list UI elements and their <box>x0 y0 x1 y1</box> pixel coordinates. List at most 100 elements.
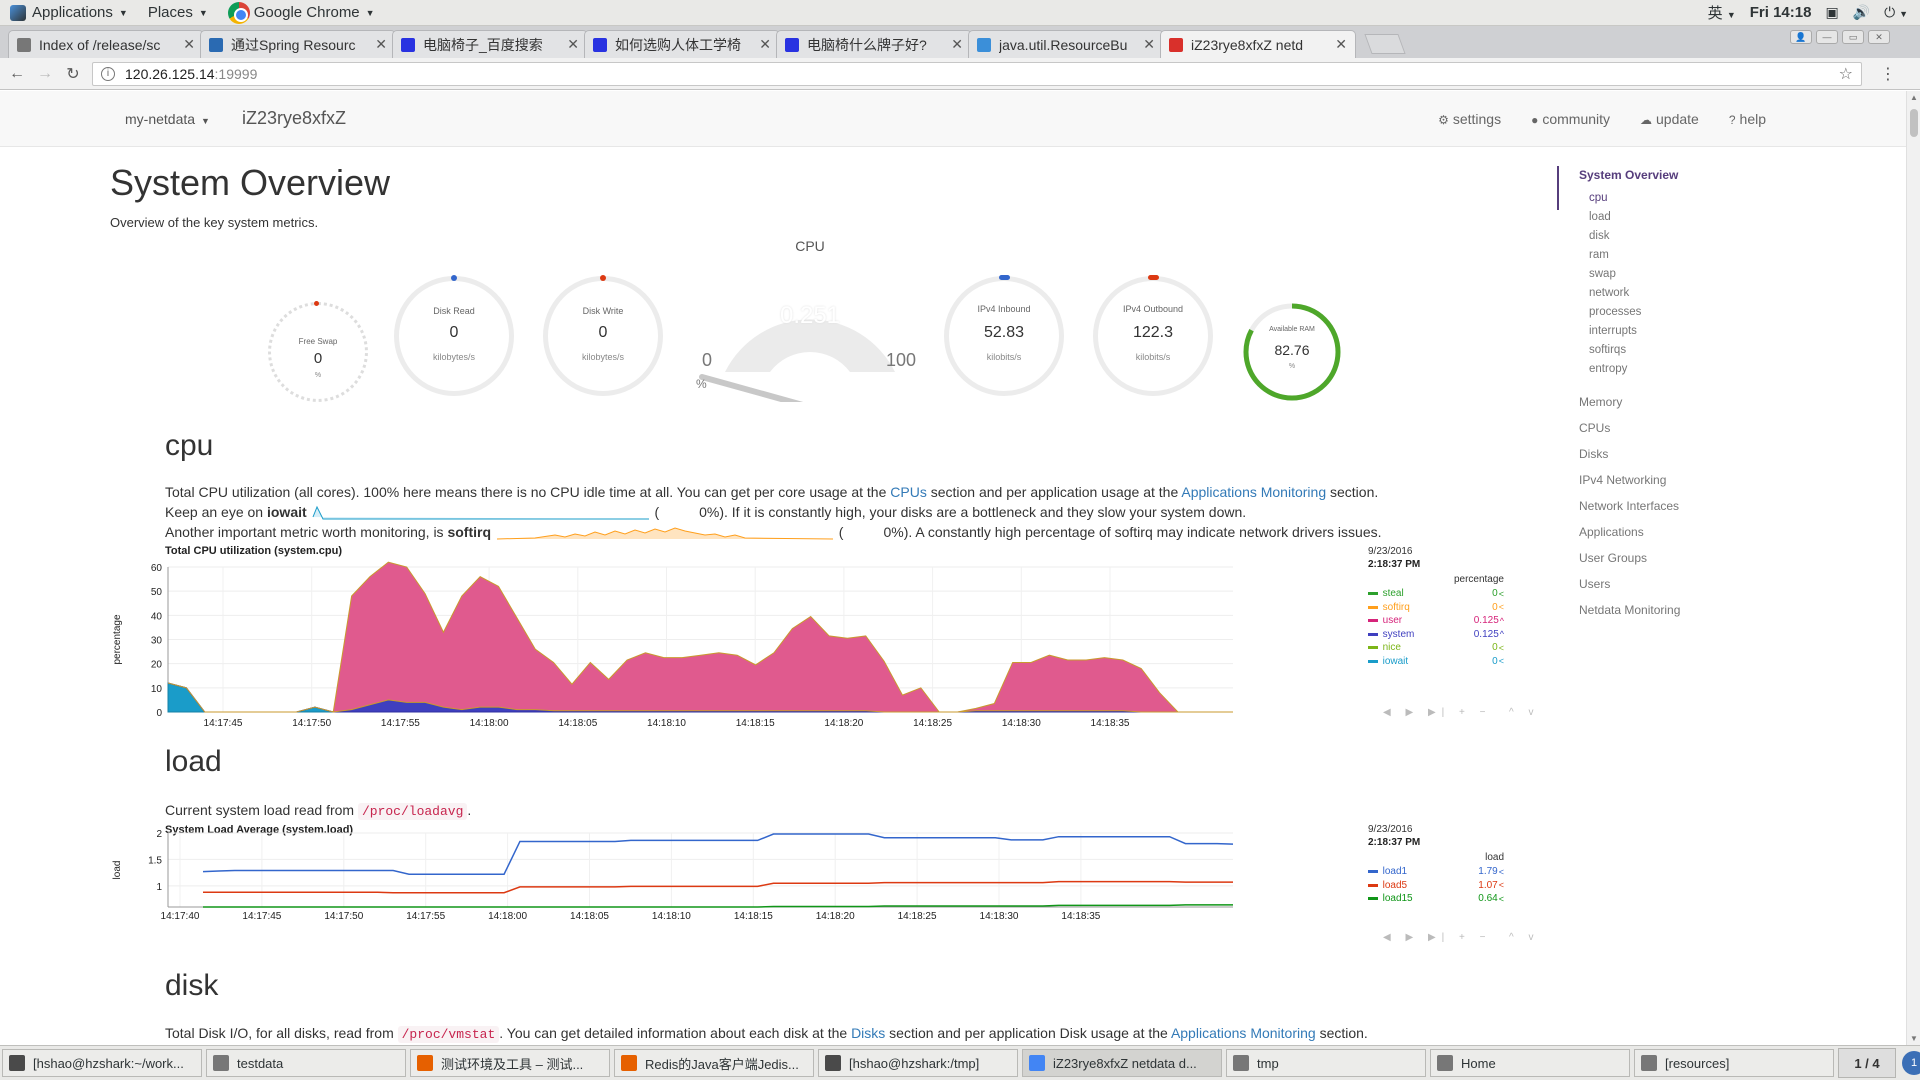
forward-arrow-icon[interactable]: → <box>34 65 56 83</box>
sidebar-subitem-ram[interactable]: ram <box>1589 249 1609 261</box>
sidebar-subitem-swap[interactable]: swap <box>1589 268 1616 280</box>
sidebar-item-disks[interactable]: Disks <box>1579 447 1608 461</box>
address-bar[interactable]: i 120.26.125.14:19999 ☆ <box>92 61 1862 86</box>
close-tab-icon[interactable]: ✕ <box>759 36 771 53</box>
scroll-up-icon[interactable]: ▲ <box>1910 93 1918 102</box>
tab[interactable]: java.util.ResourceBu ✕ <box>968 30 1164 58</box>
cpu-chart[interactable]: 0 10 20 30 40 50 60 14:17:45 14:17:50 14:17:55 14:… <box>110 552 1350 732</box>
legend-row[interactable]: iowait 0 < <box>1368 655 1504 669</box>
sidebar-subitem-processes[interactable]: processes <box>1589 306 1641 318</box>
my-netdata-menu[interactable]: my-netdata ▼ <box>125 111 210 127</box>
gauge-ipv4-outbound[interactable]: IPv4 Outbound 122.3 kilobits/s <box>1089 272 1217 400</box>
gauge-disk-write[interactable]: Disk Write 0 kilobytes/s <box>539 272 667 400</box>
iowait-sparkline[interactable] <box>311 505 651 521</box>
hostname[interactable]: iZ23rye8xfxZ <box>242 108 346 129</box>
sidebar-item-cpus[interactable]: CPUs <box>1579 421 1610 435</box>
sidebar-subitem-interrupts[interactable]: interrupts <box>1589 325 1637 337</box>
tab[interactable]: iZ23rye8xfxZ netd ✕ <box>1160 30 1356 58</box>
new-tab-button[interactable] <box>1364 34 1406 54</box>
gauge-ipv4-inbound[interactable]: IPv4 Inbound 52.83 kilobits/s <box>940 272 1068 400</box>
taskbar-window-button[interactable]: iZ23rye8xfxZ netdata d... <box>1022 1049 1222 1077</box>
display-icon[interactable]: ▣ <box>1825 4 1838 21</box>
sidebar-item-ipv4-networking[interactable]: IPv4 Networking <box>1579 473 1666 487</box>
tab[interactable]: 如何选购人体工学椅 ✕ <box>584 30 780 58</box>
close-tab-icon[interactable]: ✕ <box>567 36 579 53</box>
taskbar-window-button[interactable]: [hshao@hzshark:~/work... <box>2 1049 202 1077</box>
volume-icon[interactable]: 🔊 <box>1853 4 1870 21</box>
sidebar-item-users[interactable]: Users <box>1579 577 1610 591</box>
settings-link[interactable]: ⚙ settings <box>1438 111 1501 127</box>
sidebar-item-network-interfaces[interactable]: Network Interfaces <box>1579 499 1679 513</box>
applications-monitoring-link[interactable]: Applications Monitoring <box>1171 1025 1316 1041</box>
taskbar-window-button[interactable]: [hshao@hzshark:/tmp] <box>818 1049 1018 1077</box>
chart-controls[interactable]: ◀ ▶ ▶| + − ^ v <box>1383 932 1540 943</box>
sidebar-subitem-softirqs[interactable]: softirqs <box>1589 344 1626 356</box>
gauge-cpu[interactable]: CPU 0.251 0 100 % <box>680 232 940 412</box>
scroll-down-icon[interactable]: ▼ <box>1910 1034 1918 1043</box>
sidebar-item-applications[interactable]: Applications <box>1579 525 1644 539</box>
legend-row[interactable]: steal 0 < <box>1368 587 1504 601</box>
load-chart[interactable]: 1 1.5 2 14:17:40 14:17:45 14:17:50 14:17:55 14:… <box>110 827 1350 957</box>
gauge-disk-read[interactable]: Disk Read 0 kilobytes/s <box>390 272 518 400</box>
community-link[interactable]: ● community <box>1531 111 1610 127</box>
disks-link[interactable]: Disks <box>851 1025 885 1041</box>
sidebar-subitem-load[interactable]: load <box>1589 211 1611 223</box>
legend-row[interactable]: load1 1.79 < <box>1368 865 1504 879</box>
help-link[interactable]: ? help <box>1729 111 1766 127</box>
legend-row[interactable]: nice 0 < <box>1368 641 1504 655</box>
tab[interactable]: 通过Spring Resourc ✕ <box>200 30 396 58</box>
legend-row[interactable]: load15 0.64 < <box>1368 892 1504 906</box>
close-tab-icon[interactable]: ✕ <box>1335 36 1347 53</box>
sidebar-item-netdata-monitoring[interactable]: Netdata Monitoring <box>1579 603 1680 617</box>
gauge-available-ram[interactable]: Available RAM 82.76 % <box>1240 300 1344 404</box>
close-window-button[interactable]: ✕ <box>1868 30 1890 44</box>
taskbar-window-button[interactable]: tmp <box>1226 1049 1426 1077</box>
sidebar-subitem-cpu[interactable]: cpu <box>1589 192 1608 204</box>
applications-menu[interactable]: Applications ▼ <box>0 0 138 26</box>
sidebar-subitem-entropy[interactable]: entropy <box>1589 363 1627 375</box>
softirq-sparkline[interactable] <box>495 525 835 541</box>
tab[interactable]: 电脑椅什么牌子好? ✕ <box>776 30 972 58</box>
tab[interactable]: 电脑椅子_百度搜索 ✕ <box>392 30 588 58</box>
taskbar-window-button[interactable]: Redis的Java客户端Jedis... <box>614 1049 814 1077</box>
close-tab-icon[interactable]: ✕ <box>375 36 387 53</box>
sidebar-subitem-disk[interactable]: disk <box>1589 230 1609 242</box>
page-scrollbar[interactable]: ▲ ▼ <box>1906 91 1920 1045</box>
sidebar-item-system-overview[interactable]: System Overview <box>1579 168 1678 182</box>
applications-monitoring-link[interactable]: Applications Monitoring <box>1181 484 1326 500</box>
gauge-free-swap[interactable]: Free Swap 0 % <box>263 297 373 407</box>
cpus-link[interactable]: CPUs <box>890 484 927 500</box>
taskbar-window-button[interactable]: Home <box>1430 1049 1630 1077</box>
legend-row[interactable]: system 0.125 ^ <box>1368 628 1504 642</box>
workspace-switcher[interactable]: 1 / 4 <box>1838 1048 1896 1078</box>
close-tab-icon[interactable]: ✕ <box>183 36 195 53</box>
taskbar-window-button[interactable]: 测试环境及工具 – 测试... <box>410 1049 610 1077</box>
legend-row[interactable]: load5 1.07 < <box>1368 879 1504 893</box>
reload-icon[interactable]: ↻ <box>62 64 84 84</box>
update-link[interactable]: ☁ update <box>1640 111 1699 127</box>
chart-controls[interactable]: ◀ ▶ ▶| + − ^ v <box>1383 707 1540 718</box>
sidebar-item-user-groups[interactable]: User Groups <box>1579 551 1647 565</box>
minimize-button[interactable]: — <box>1816 30 1838 44</box>
taskbar-window-button[interactable]: [resources] <box>1634 1049 1834 1077</box>
taskbar-window-button[interactable]: testdata <box>206 1049 406 1077</box>
notification-icon[interactable]: 1 <box>1902 1051 1920 1075</box>
active-app-menu[interactable]: Google Chrome ▼ <box>218 0 385 26</box>
places-menu[interactable]: Places ▼ <box>138 0 218 26</box>
legend-row[interactable]: softirq 0 < <box>1368 601 1504 615</box>
input-method-indicator[interactable]: 英 ▼ <box>1708 2 1736 23</box>
bookmark-star-icon[interactable]: ☆ <box>1839 64 1853 84</box>
power-icon[interactable]: ⏻ ▼ <box>1884 4 1908 21</box>
chrome-menu-icon[interactable]: ⋮ <box>1880 64 1896 84</box>
clock[interactable]: Fri 14:18 <box>1750 4 1812 21</box>
back-arrow-icon[interactable]: ← <box>6 65 28 83</box>
profile-icon[interactable]: 👤 <box>1790 30 1812 44</box>
scrollbar-thumb[interactable] <box>1910 109 1918 137</box>
maximize-button[interactable]: ▭ <box>1842 30 1864 44</box>
info-icon[interactable]: i <box>101 66 115 81</box>
legend-row[interactable]: user 0.125 ^ <box>1368 614 1504 628</box>
sidebar-subitem-network[interactable]: network <box>1589 287 1629 299</box>
sidebar-item-memory[interactable]: Memory <box>1579 395 1622 409</box>
close-tab-icon[interactable]: ✕ <box>951 36 963 53</box>
close-tab-icon[interactable]: ✕ <box>1143 36 1155 53</box>
